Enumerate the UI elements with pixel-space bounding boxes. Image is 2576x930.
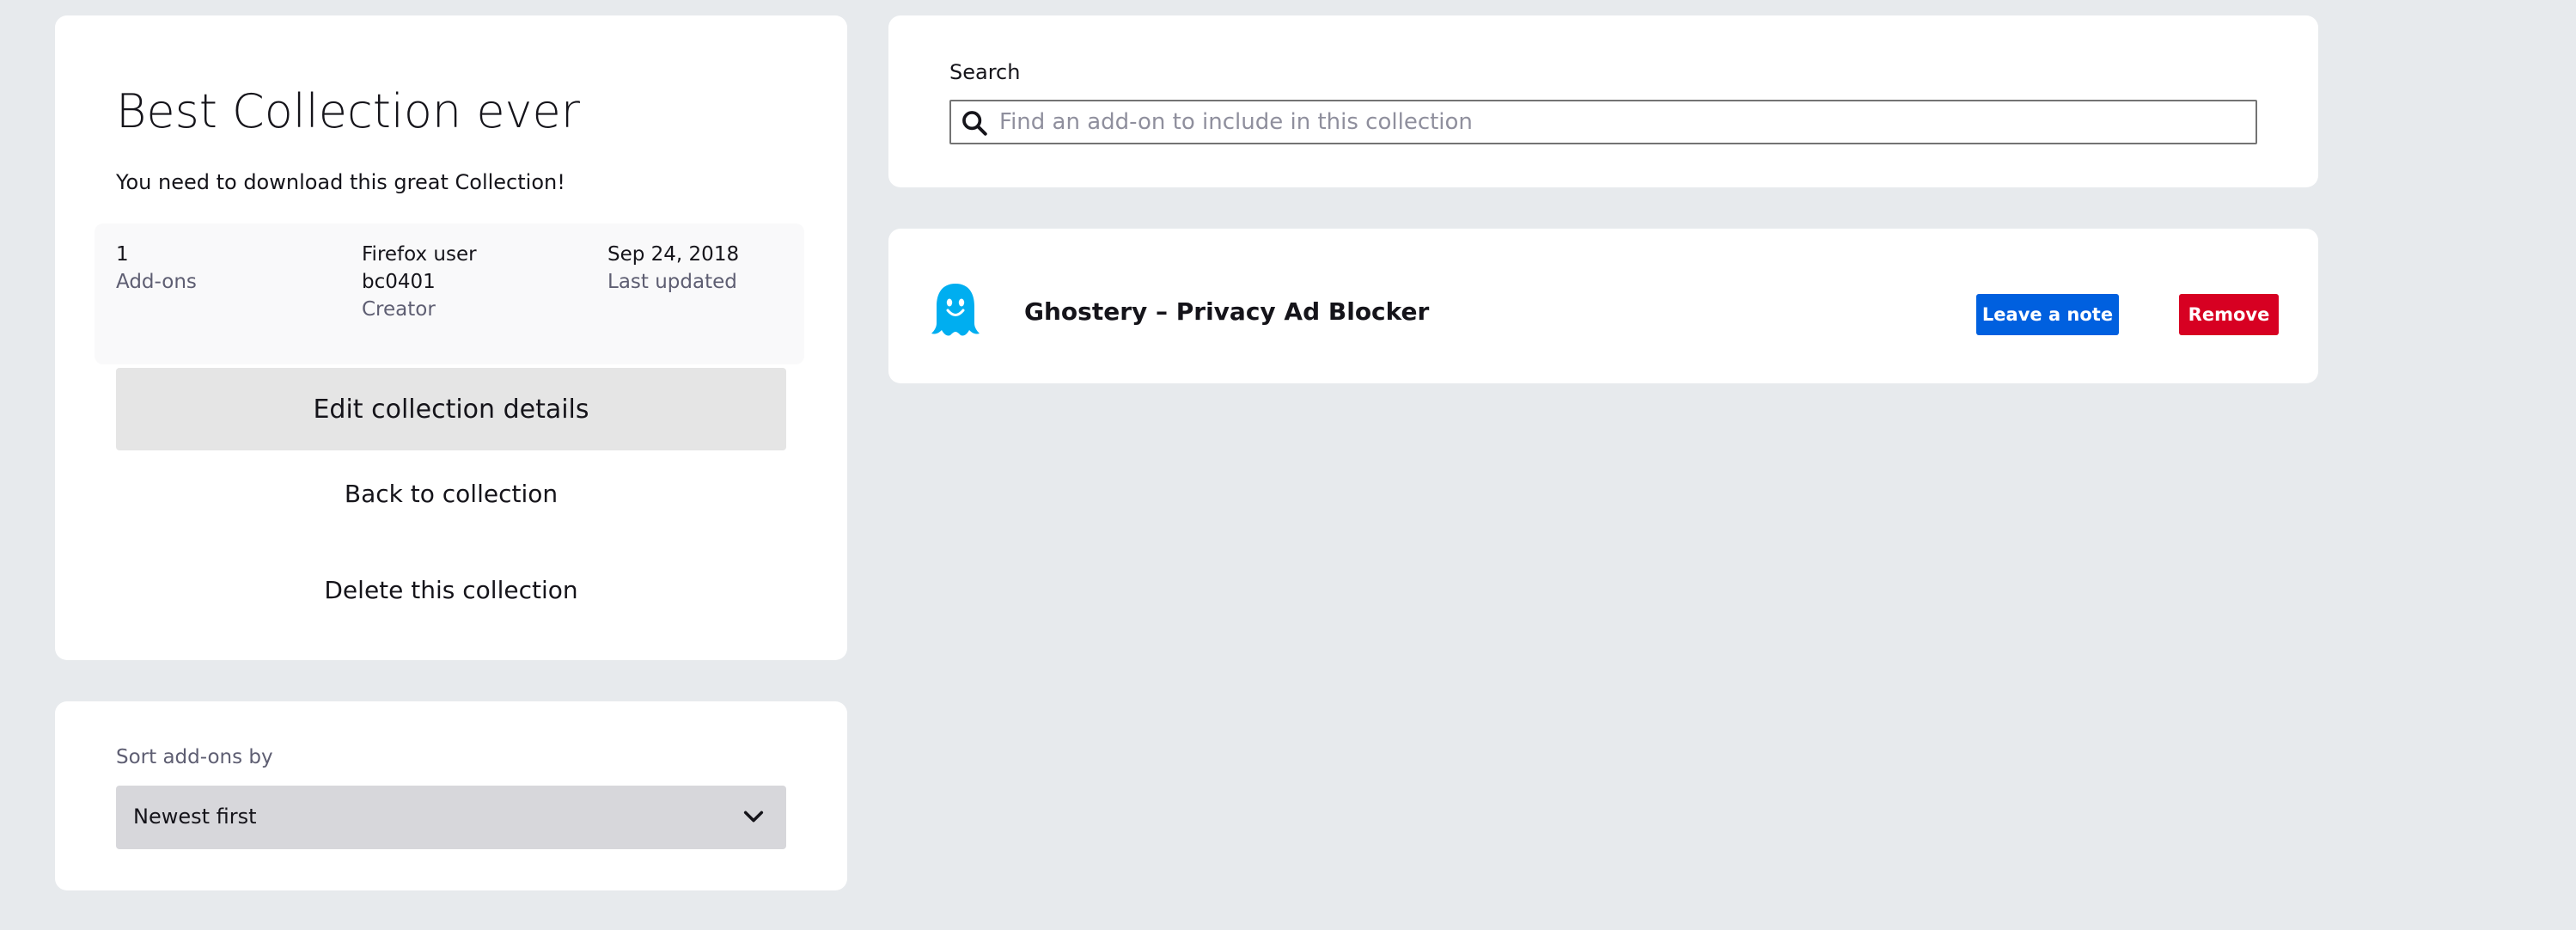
sort-select[interactable]: Newest first bbox=[116, 786, 786, 849]
creator-name-line2: bc0401 bbox=[362, 271, 436, 293]
metadata-addons: 1 Add-ons bbox=[116, 241, 197, 296]
search-card: Search bbox=[888, 15, 2318, 187]
sort-selected-value: Newest first bbox=[133, 805, 257, 829]
sort-card: Sort add-ons by Newest first bbox=[55, 701, 847, 890]
search-icon bbox=[962, 111, 987, 136]
metadata-last-updated: Sep 24, 2018 Last updated bbox=[607, 241, 739, 296]
addons-count: 1 bbox=[116, 243, 129, 266]
leave-note-button[interactable]: Leave a note bbox=[1976, 294, 2119, 335]
addon-list-card: Ghostery – Privacy Ad Blocker Leave a no… bbox=[888, 229, 2318, 383]
collection-details-card: Best Collection ever You need to downloa… bbox=[55, 15, 847, 660]
search-input[interactable] bbox=[999, 107, 2237, 138]
edit-collection-details-button[interactable]: Edit collection details bbox=[116, 368, 786, 450]
last-updated-value: Sep 24, 2018 bbox=[607, 243, 740, 266]
metadata-creator: Firefox user bc0401 Creator bbox=[362, 241, 477, 323]
remove-addon-button[interactable]: Remove bbox=[2179, 294, 2279, 335]
chevron-down-icon bbox=[743, 811, 764, 823]
collection-description: You need to download this great Collecti… bbox=[116, 170, 565, 194]
back-to-collection-link[interactable]: Back to collection bbox=[116, 480, 786, 508]
addons-label: Add-ons bbox=[116, 271, 197, 293]
search-box[interactable] bbox=[949, 100, 2257, 144]
ghost-icon bbox=[931, 284, 980, 336]
sort-label: Sort add-ons by bbox=[116, 746, 273, 768]
creator-label: Creator bbox=[362, 298, 436, 321]
addon-name[interactable]: Ghostery – Privacy Ad Blocker bbox=[1024, 297, 1429, 326]
delete-collection-link[interactable]: Delete this collection bbox=[116, 576, 786, 604]
collection-title: Best Collection ever bbox=[116, 84, 580, 138]
creator-name-line1: Firefox user bbox=[362, 243, 477, 266]
search-label: Search bbox=[949, 60, 1021, 84]
last-updated-label: Last updated bbox=[607, 271, 737, 293]
collection-metadata: 1 Add-ons Firefox user bc0401 Creator Se… bbox=[95, 223, 804, 364]
